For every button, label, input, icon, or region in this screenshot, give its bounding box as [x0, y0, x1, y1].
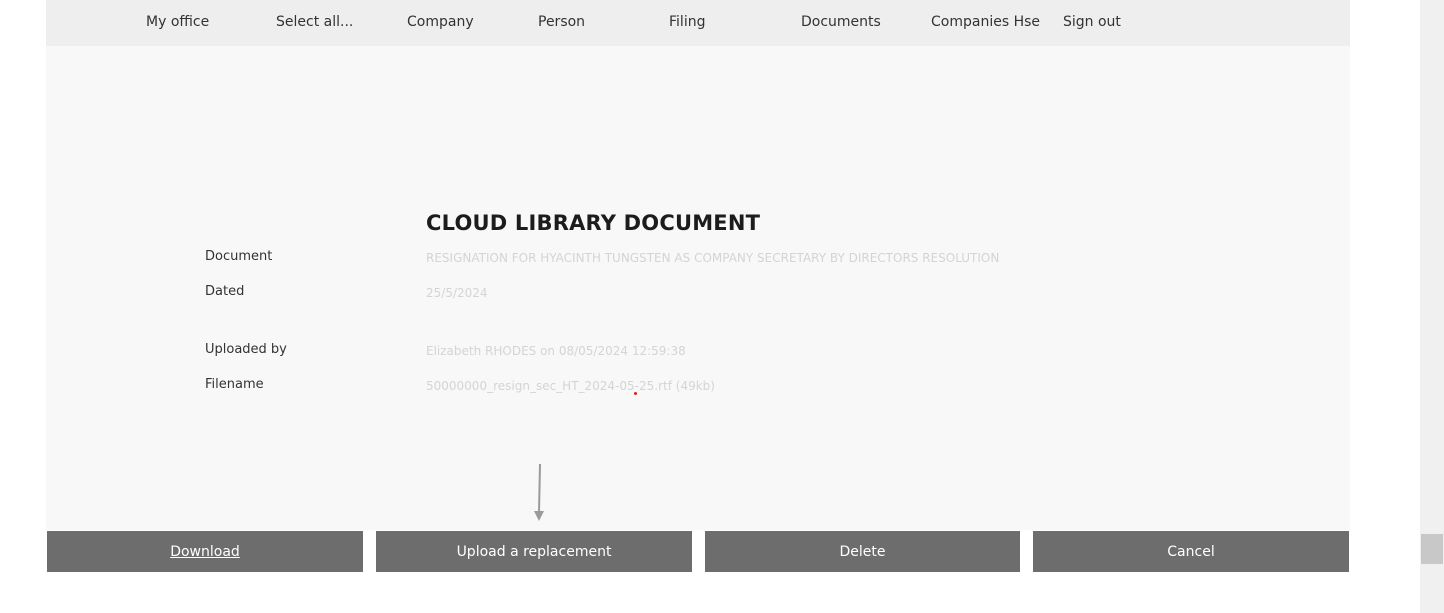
delete-button[interactable]: Delete [705, 531, 1020, 572]
cursor-marker [634, 392, 637, 395]
download-button[interactable]: Download [47, 531, 363, 572]
content-area [46, 0, 1350, 530]
arrow-down-icon [534, 463, 544, 521]
document-label: Document [205, 249, 273, 264]
dated-value: 25/5/2024 [426, 286, 488, 300]
nav-documents[interactable]: Documents [801, 14, 881, 30]
upload-replacement-button[interactable]: Upload a replacement [376, 531, 692, 572]
nav-my-office[interactable]: My office [146, 14, 209, 30]
filename-label: Filename [205, 377, 264, 392]
uploaded-by-value: Elizabeth RHODES on 08/05/2024 12:59:38 [426, 344, 686, 358]
document-value: RESIGNATION FOR HYACINTH TUNGSTEN AS COM… [426, 251, 1000, 265]
dated-label: Dated [205, 284, 245, 299]
page: My office Select all... Company Person F… [0, 0, 1444, 613]
nav-select-all[interactable]: Select all... [276, 14, 353, 30]
page-title: CLOUD LIBRARY DOCUMENT [426, 211, 761, 235]
scrollbar-track[interactable] [1420, 0, 1444, 613]
nav-filing[interactable]: Filing [669, 14, 705, 30]
cancel-button[interactable]: Cancel [1033, 531, 1349, 572]
scrollbar-thumb[interactable] [1421, 534, 1443, 564]
uploaded-by-label: Uploaded by [205, 342, 287, 357]
nav-company[interactable]: Company [407, 14, 474, 30]
nav-companies-hse[interactable]: Companies Hse [931, 14, 1040, 30]
nav-sign-out[interactable]: Sign out [1063, 14, 1121, 30]
nav-person[interactable]: Person [538, 14, 585, 30]
filename-value: 50000000_resign_sec_HT_2024-05-25.rtf (4… [426, 379, 715, 393]
